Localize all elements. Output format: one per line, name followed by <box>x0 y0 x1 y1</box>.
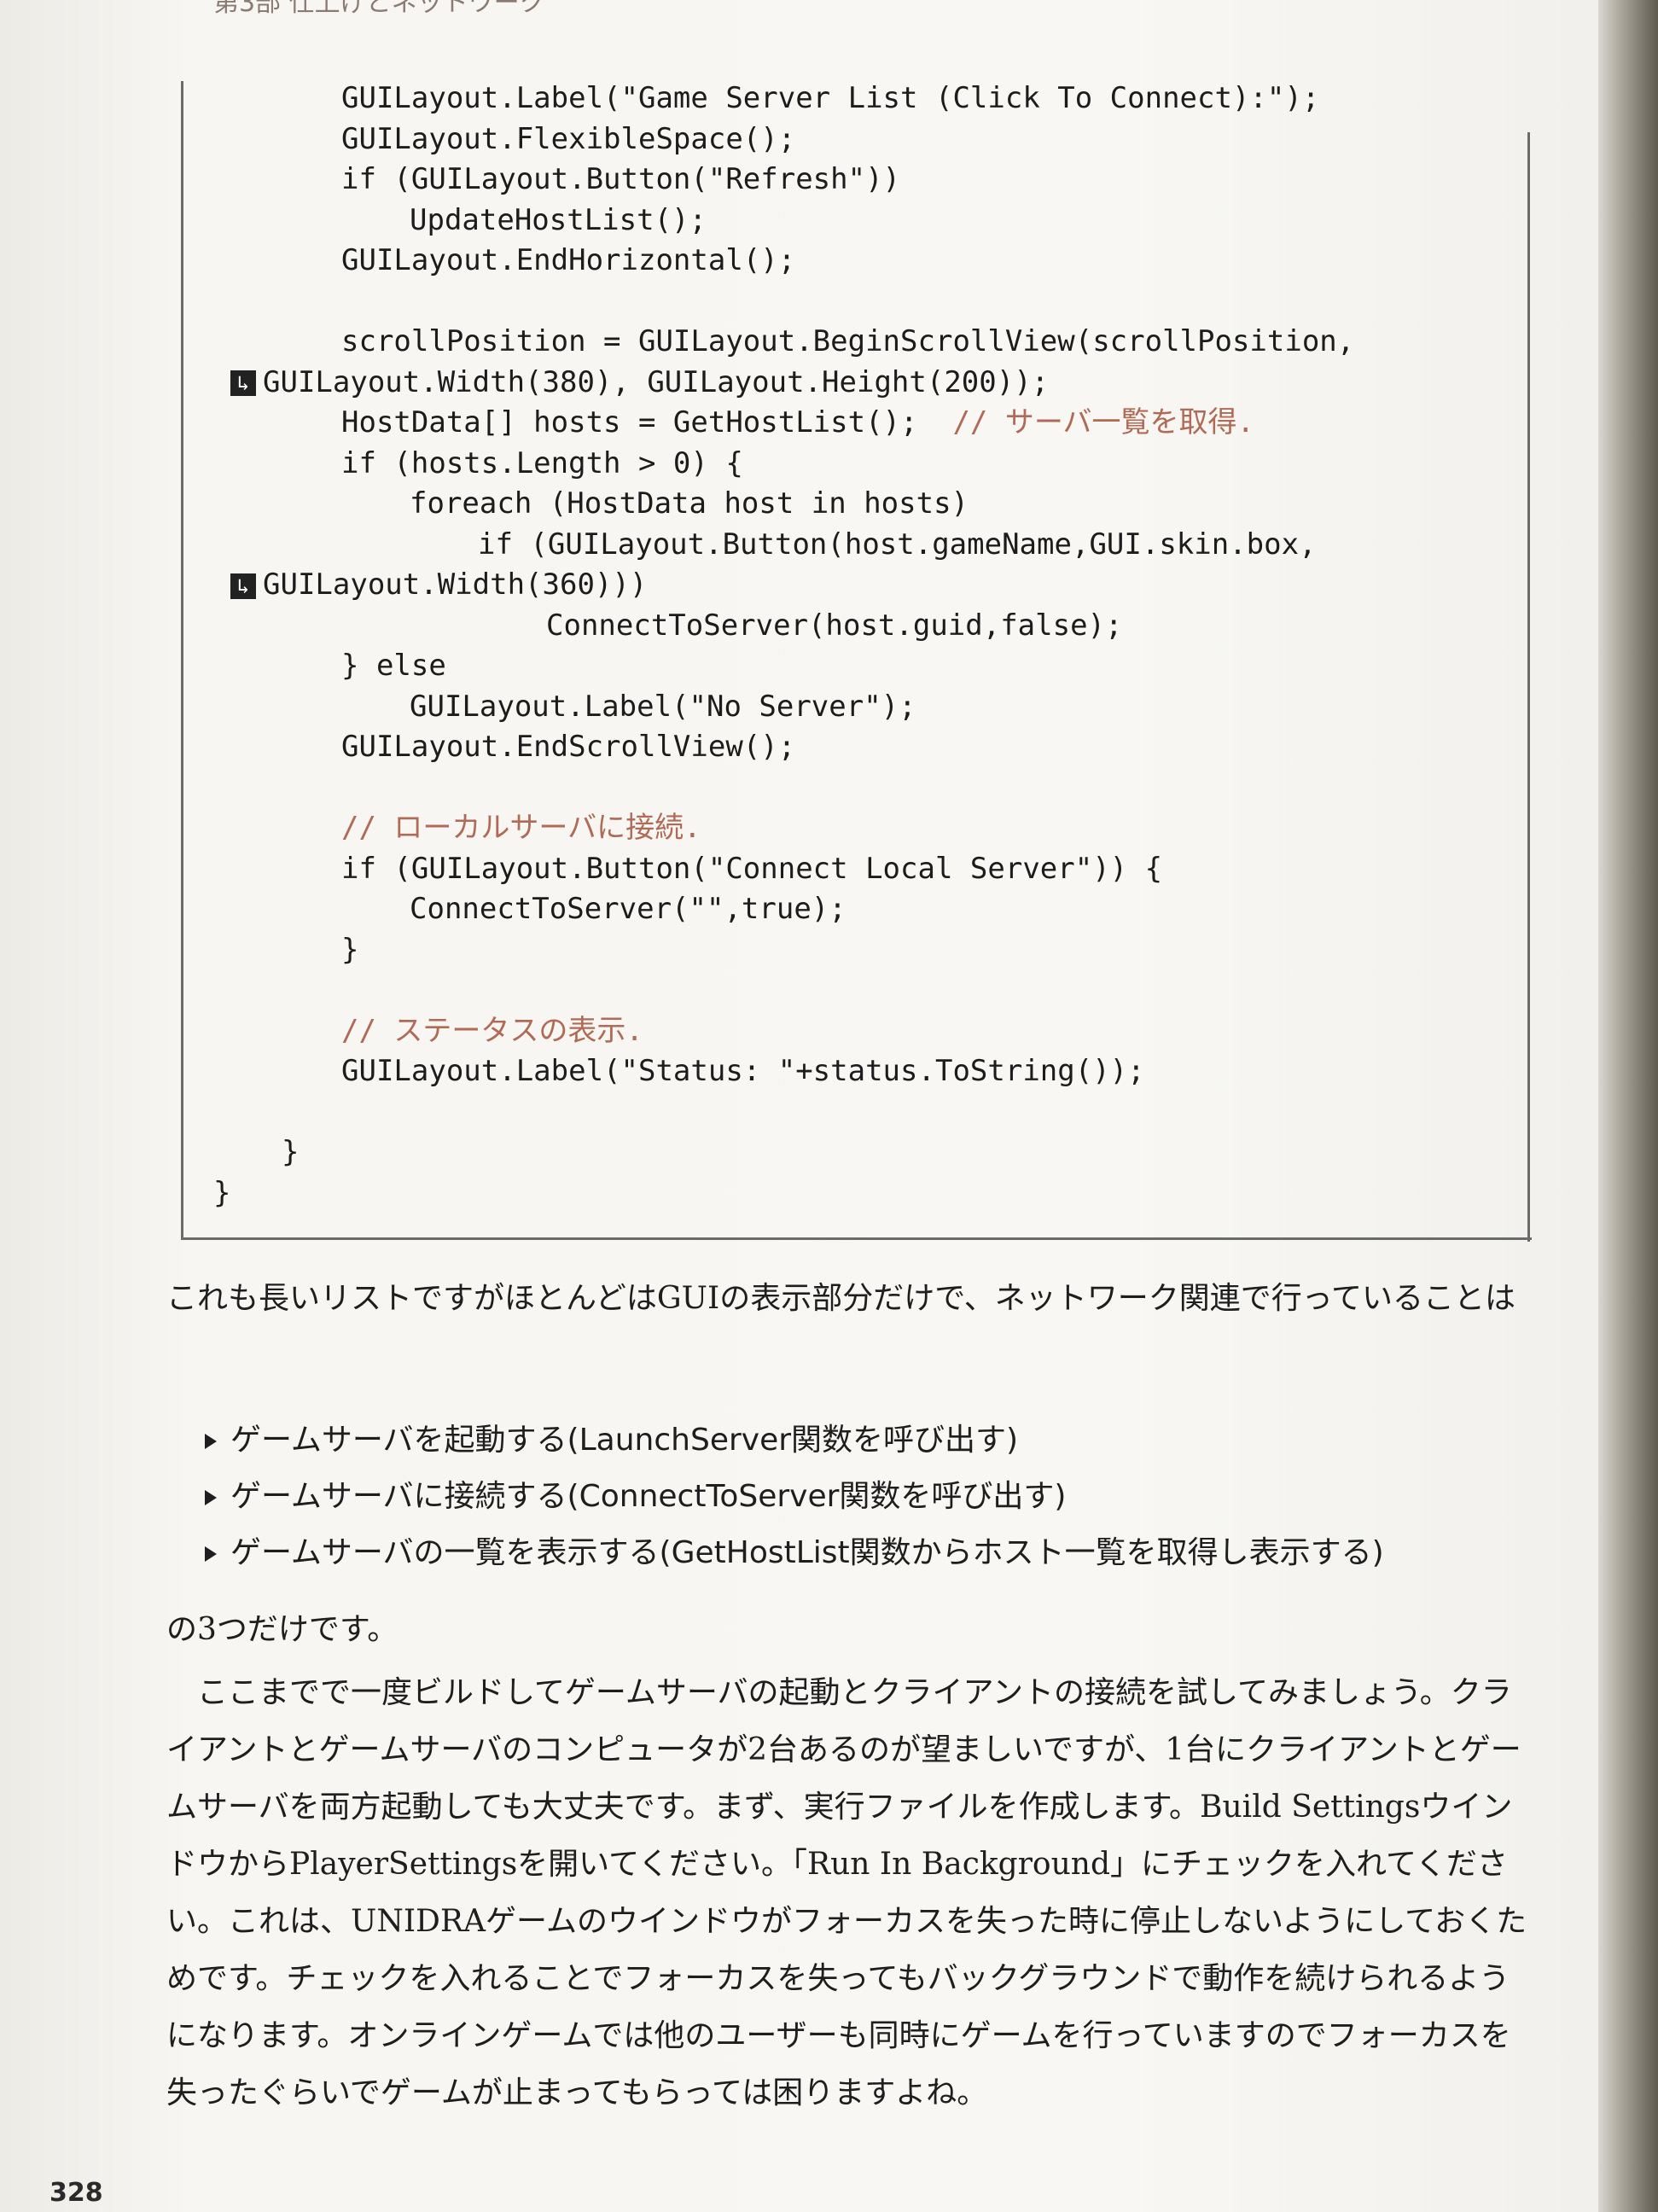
code-line: foreach (HostData host in hosts) <box>410 486 969 521</box>
code-text: // ステータスの表示. <box>341 1013 643 1048</box>
code-line: GUILayout.Label("Status: "+status.ToStri… <box>341 1054 1145 1088</box>
code-line: UpdateHostList(); <box>410 203 707 237</box>
code-line: } else <box>341 649 446 683</box>
code-line: // ステータスの表示. <box>341 1014 643 1048</box>
code-line: GUILayout.FlexibleSpace(); <box>341 122 795 156</box>
code-box-border <box>1527 132 1530 1242</box>
code-text: HostData[] hosts = GetHostList(); <box>341 405 918 439</box>
code-line: HostData[] hosts = GetHostList(); // サーバ… <box>341 405 1254 439</box>
line-wrap-icon: ↳ <box>230 573 256 599</box>
code-line: ↳ GUILayout.Width(360))) <box>230 568 647 602</box>
code-text: GUILayout.EndHorizontal(); <box>341 243 796 277</box>
code-text: UpdateHostList(); <box>410 202 707 237</box>
code-line: if (GUILayout.Button("Connect Local Serv… <box>341 852 1162 886</box>
paragraph-instructions: ここまでで一度ビルドしてゲームサーバの起動とクライアントの接続を試してみましょう… <box>166 1675 1527 2110</box>
code-line: GUILayout.EndScrollView(); <box>341 730 795 764</box>
list-item: ゲームサーバに接続する(ConnectToServer関数を呼び出す) <box>205 1469 1485 1525</box>
code-comment: // サーバ一覧を取得. <box>917 405 1254 439</box>
code-text: foreach (HostData host in hosts) <box>410 486 969 521</box>
code-line: GUILayout.EndHorizontal(); <box>341 243 795 277</box>
code-listing: GUILayout.Label("Game Server List (Click… <box>183 81 1532 1237</box>
code-text: GUILayout.Label("No Server"); <box>410 689 916 724</box>
code-text: } <box>213 1175 231 1210</box>
code-text: GUILayout.Width(380), GUILayout.Height(2… <box>263 364 1050 399</box>
code-text: } <box>282 1135 300 1169</box>
code-text: GUILayout.Label("Status: "+status.ToStri… <box>341 1054 1145 1088</box>
code-text: } <box>341 932 359 967</box>
triangle-bullet-icon <box>205 1546 217 1562</box>
code-line: scrollPosition = GUILayout.BeginScrollVi… <box>341 324 1354 358</box>
paragraph-summary: の3つだけです。 <box>166 1612 399 1647</box>
code-text: GUILayout.EndScrollView(); <box>341 730 796 764</box>
code-text: if (GUILayout.Button(host.gameName,GUI.s… <box>478 527 1317 562</box>
code-text: scrollPosition = GUILayout.BeginScrollVi… <box>341 324 1355 358</box>
code-line: ↳ GUILayout.Width(380), GUILayout.Height(… <box>230 365 1049 399</box>
page-number: 328 <box>49 2178 103 2208</box>
code-line: } <box>213 1176 230 1210</box>
code-line: } <box>341 933 358 967</box>
code-text: GUILayout.Label("Game Server List (Click… <box>341 81 1320 115</box>
code-line: GUILayout.Label("Game Server List (Click… <box>341 81 1319 115</box>
list-item: ゲームサーバの一覧を表示する(GetHostList関数からホスト一覧を取得し表… <box>205 1525 1485 1581</box>
list-item-text: ゲームサーバを起動する(LaunchServer関数を呼び出す) <box>230 1423 1019 1458</box>
code-line: } <box>282 1135 299 1169</box>
triangle-bullet-icon <box>205 1434 217 1449</box>
code-line: if (hosts.Length > 0) { <box>341 446 743 480</box>
code-line: if (GUILayout.Button(host.gameName,GUI.s… <box>478 527 1317 562</box>
paragraph-intro: これも長いリストですがほとんどはGUIの表示部分だけで、ネットワーク関連で行って… <box>166 1281 1515 1316</box>
code-line: ConnectToServer(host.guid,false); <box>546 608 1123 643</box>
running-head: 第3部 仕上げとネットワーク <box>213 0 572 18</box>
code-text: ConnectToServer(host.guid,false); <box>546 608 1123 643</box>
list-item-text: ゲームサーバに接続する(ConnectToServer関数を呼び出す) <box>230 1479 1067 1514</box>
bullet-list: ゲームサーバを起動する(LaunchServer関数を呼び出す) ゲームサーバに… <box>205 1412 1485 1581</box>
page-shadow <box>1598 0 1658 2212</box>
code-text: GUILayout.Width(360))) <box>263 568 648 602</box>
list-item: ゲームサーバを起動する(LaunchServer関数を呼び出す) <box>205 1412 1485 1469</box>
code-line: ConnectToServer("",true); <box>410 892 846 926</box>
code-line: if (GUILayout.Button("Refresh")) <box>341 162 900 196</box>
code-text: } else <box>341 649 446 683</box>
code-text: if (GUILayout.Button("Connect Local Serv… <box>341 851 1163 886</box>
triangle-bullet-icon <box>205 1490 217 1505</box>
code-text: if (GUILayout.Button("Refresh")) <box>341 162 901 196</box>
line-wrap-icon: ↳ <box>230 370 256 396</box>
code-text: // ローカルサーバに接続. <box>341 811 701 845</box>
code-text: GUILayout.FlexibleSpace(); <box>341 121 796 156</box>
code-text: if (hosts.Length > 0) { <box>341 445 743 480</box>
code-line: GUILayout.Label("No Server"); <box>410 690 916 724</box>
code-line: // ローカルサーバに接続. <box>341 811 701 845</box>
code-text: ConnectToServer("",true); <box>410 892 846 926</box>
list-item-text: ゲームサーバの一覧を表示する(GetHostList関数からホスト一覧を取得し表… <box>230 1535 1384 1570</box>
code-listing-box: GUILayout.Label("Game Server List (Click… <box>181 81 1532 1240</box>
